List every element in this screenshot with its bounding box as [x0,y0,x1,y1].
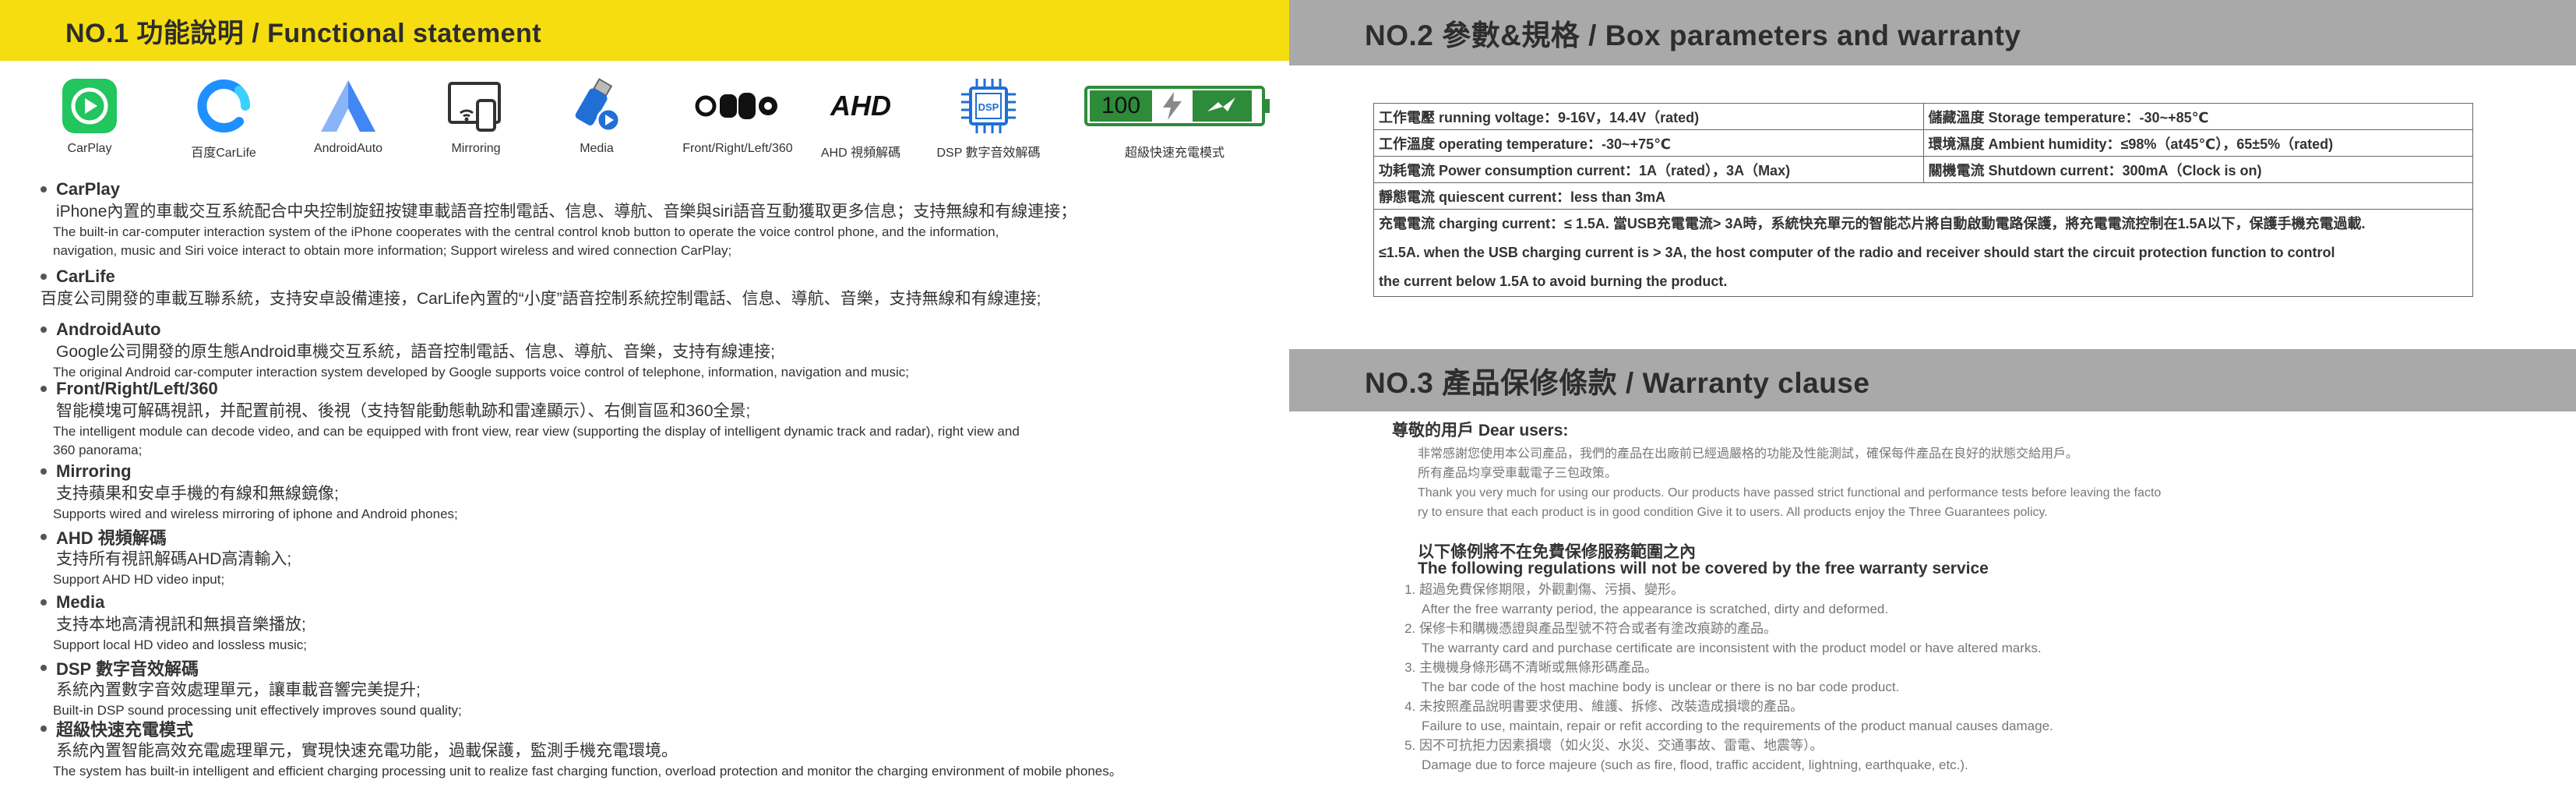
feature-icon-carlife: 百度CarLife [181,75,266,161]
section1-header: NO.1 功能說明 / Functional statement [0,0,1289,61]
fast-charge-battery-icon: 100 [1084,75,1270,137]
exclusion-rule: 超過免費保修期限，外觀劃傷、污損、變形。After the free warra… [1419,580,2053,619]
exclusions-heading-en: The following regulations will not be co… [1418,560,1989,577]
feature-description-zh: Google公司開發的原生態Android車機交互系統，語音控制電話、信息、導航… [56,343,775,361]
exclusion-rule: 主機機身條形碼不清晰或無條形碼產品。The bar code of the ho… [1419,658,2053,697]
warranty-intro-line: ry to ensure that each product is in goo… [1418,506,2048,519]
feature-icon-androidauto: AndroidAuto [305,75,391,156]
bullet-icon [41,468,47,475]
param-quiescent-current: 靜態電流 quiescent current：less than 3mA [1373,182,2473,210]
bullet-icon [41,599,47,606]
section1-title: NO.1 功能說明 / Functional statement [65,18,542,48]
feature-item: Mirroring 支持蘋果和安卓手機的有線和無線鏡像; Supports wire… [41,460,1279,524]
usb-media-icon [569,75,624,137]
feature-description-en: The built-in car-computer interaction sy… [53,224,999,239]
feature-item: 超級快速充電模式系統內置智能高效充電處理單元，實現快速充電功能，過載保護，監測手… [41,717,1279,781]
param-ambient-humidity: 環境濕度 Ambient humidity：≤98%（at45℃），65±5%（… [1922,129,2473,157]
feature-icon-dsp: DSP DSP 數字音效解碼 [934,75,1043,161]
feature-icon-ahd: AHD AHD 視頻解碼 [818,75,904,161]
icon-caption: AndroidAuto [313,142,383,155]
mirroring-icon [446,75,506,137]
feature-description-en: Support AHD HD video input; [53,572,225,587]
cameras-icon [695,75,781,137]
android-auto-icon [318,75,379,137]
feature-description-zh: 支持蘋果和安卓手機的有線和無線鏡像; [56,485,339,503]
feature-icon-mirroring: Mirroring [437,75,515,156]
icon-caption: Mirroring [451,142,501,155]
feature-item: DSP 數字音效解碼 系統內置數字音效處理單元，讓車載音響完美提升; Built-i… [41,656,1279,720]
bullet-icon [41,726,47,732]
param-storage-temperature: 儲藏溫度 Storage temperature：-30~+85℃ [1922,103,2473,130]
feature-description-zh: 百度公司開發的車載互聯系統，支持安卓設備連接，CarLife內置的“小度”語音控… [41,290,1041,308]
param-power-consumption: 功耗電流 Power consumption current：1A（rated）… [1373,156,1924,183]
feature-description-zh: 系統內置智能高效充電處理單元，實現快速充電功能，過載保護，監測手機充電環境。 [56,742,678,760]
feature-item: Media 支持本地高清視訊和無損音樂播放; Support local HD vi… [41,591,1279,655]
feature-item: AndroidAuto Google公司開發的原生態Android車機交互系統，語… [41,318,1279,382]
carplay-icon [61,75,118,137]
feature-icon-cameras: Front/Right/Left/360 [671,75,804,156]
feature-description-en: 360 panorama; [53,443,143,457]
feature-description-zh: 系統內置數字音效處理單元，讓車載音響完美提升; [56,681,421,699]
bullet-icon [41,665,47,671]
feature-item: Front/Right/Left/360 智能模塊可解碼視訊，并配置前視、後視（支… [41,377,1279,460]
param-shutdown-current: 關機電流 Shutdown current：300mA（Clock is on) [1922,156,2473,183]
exclusion-rule: 因不可抗拒力因素損壞（如火災、水災、交通事故、雷電、地震等）。Damage du… [1419,736,2053,775]
feature-description-zh: 支持本地高清視訊和無損音樂播放; [56,616,306,634]
feature-item: CarPlay iPhone內置的車載交互系統配合中央控制旋鈕按键車載語音控制電話… [41,178,1279,260]
warranty-intro-line: 非常感謝您使用本公司產品，我們的產品在出廠前已經過嚴格的功能及性能測試，確保每件… [1418,447,2079,461]
section2-title: NO.2 參數&規格 / Box parameters and warranty [1365,19,2021,51]
bullet-icon [41,534,47,540]
feature-title: Mirroring [41,460,1279,483]
warranty-greeting: 尊敬的用戶 Dear users: [1392,422,1569,440]
bullet-icon [41,274,47,280]
warranty-intro-line: Thank you very much for using our produc… [1418,486,2162,500]
dsp-chip-icon: DSP [960,75,1017,137]
feature-title: Front/Right/Left/360 [41,377,1279,401]
icon-caption: Media [580,142,614,155]
icon-caption: AHD 視頻解碼 [820,147,901,160]
icon-caption: DSP 數字音效解碼 [936,147,1041,160]
ahd-icon: AHD [830,90,891,122]
param-charging-current: 充電電流 charging current：≤ 1.5A. 當USB充電電流> … [1373,209,2473,297]
exclusion-rule: 保修卡和購機憑證與產品型號不符合或者有塗改痕跡的產品。The warranty … [1419,619,2053,658]
feature-description-en: navigation, music and Siri voice interac… [53,243,732,258]
feature-description-en: The system has built-in intelligent and … [53,764,1122,779]
feature-title: AHD 視頻解碼 [41,525,1279,549]
feature-description-en: The intelligent module can decode video,… [53,424,1020,439]
feature-item: AHD 視頻解碼 支持所有視訊解碼AHD高清輸入; Support AHD HD v… [41,525,1279,589]
section3-header: NO.3 產品保修條款 / Warranty clause [1289,349,2576,411]
bullet-icon [41,186,47,192]
feature-description-en: Supports wired and wireless mirroring of… [53,507,458,521]
param-operating-temperature: 工作溫度 operating temperature：-30~+75℃ [1373,129,1924,157]
exclusion-rules-list: 超過免費保修期限，外觀劃傷、污損、變形。After the free warra… [1402,580,2053,775]
warranty-intro-line: 所有產品均享受車載電子三包政策。 [1418,467,1618,480]
feature-title: CarPlay [41,178,1279,201]
section3-title: NO.3 產品保修條款 / Warranty clause [1365,367,1870,399]
feature-title: DSP 數字音效解碼 [41,656,1279,680]
section2-header: NO.2 參數&規格 / Box parameters and warranty [1289,0,2576,65]
feature-icon-media: Media [558,75,636,156]
feature-title: AndroidAuto [41,318,1279,341]
bullet-icon [41,327,47,333]
parameters-table: 工作電壓 running voltage：9-16V，14.4V（rated) … [1373,103,2473,297]
feature-description-zh: 智能模塊可解碼視訊，并配置前視、後視（支持智能動態軌跡和雷達顯示）、右側盲區和3… [56,402,751,420]
feature-title: 超級快速充電模式 [41,717,1279,740]
feature-description-en: Support local HD video and lossless musi… [53,637,307,652]
icon-caption: 超級快速充電模式 [1124,147,1225,160]
icon-caption: 百度CarLife [191,147,256,160]
feature-icon-fast-charge: 100 超級快速充電模式 [1081,75,1270,161]
icon-caption: CarPlay [67,142,112,155]
feature-description-zh: 支持所有視訊解碼AHD高清輸入; [56,550,292,568]
bullet-icon [41,386,47,392]
feature-icon-carplay: CarPlay [51,75,129,156]
param-running-voltage: 工作電壓 running voltage：9-16V，14.4V（rated) [1373,103,1924,130]
carlife-icon [194,75,253,137]
icon-caption: Front/Right/Left/360 [682,142,793,155]
feature-item: CarLife 百度公司開發的車載互聯系統，支持安卓設備連接，CarLife內置的… [41,265,1279,310]
feature-title: Media [41,591,1279,614]
feature-title: CarLife [41,265,1279,288]
exclusion-rule: 未按照產品說明書要求使用、維護、拆修、改裝造成損壞的產品。Failure to … [1419,697,2053,736]
feature-description-zh: iPhone內置的車載交互系統配合中央控制旋鈕按键車載語音控制電話、信息、導航、… [56,203,1077,221]
